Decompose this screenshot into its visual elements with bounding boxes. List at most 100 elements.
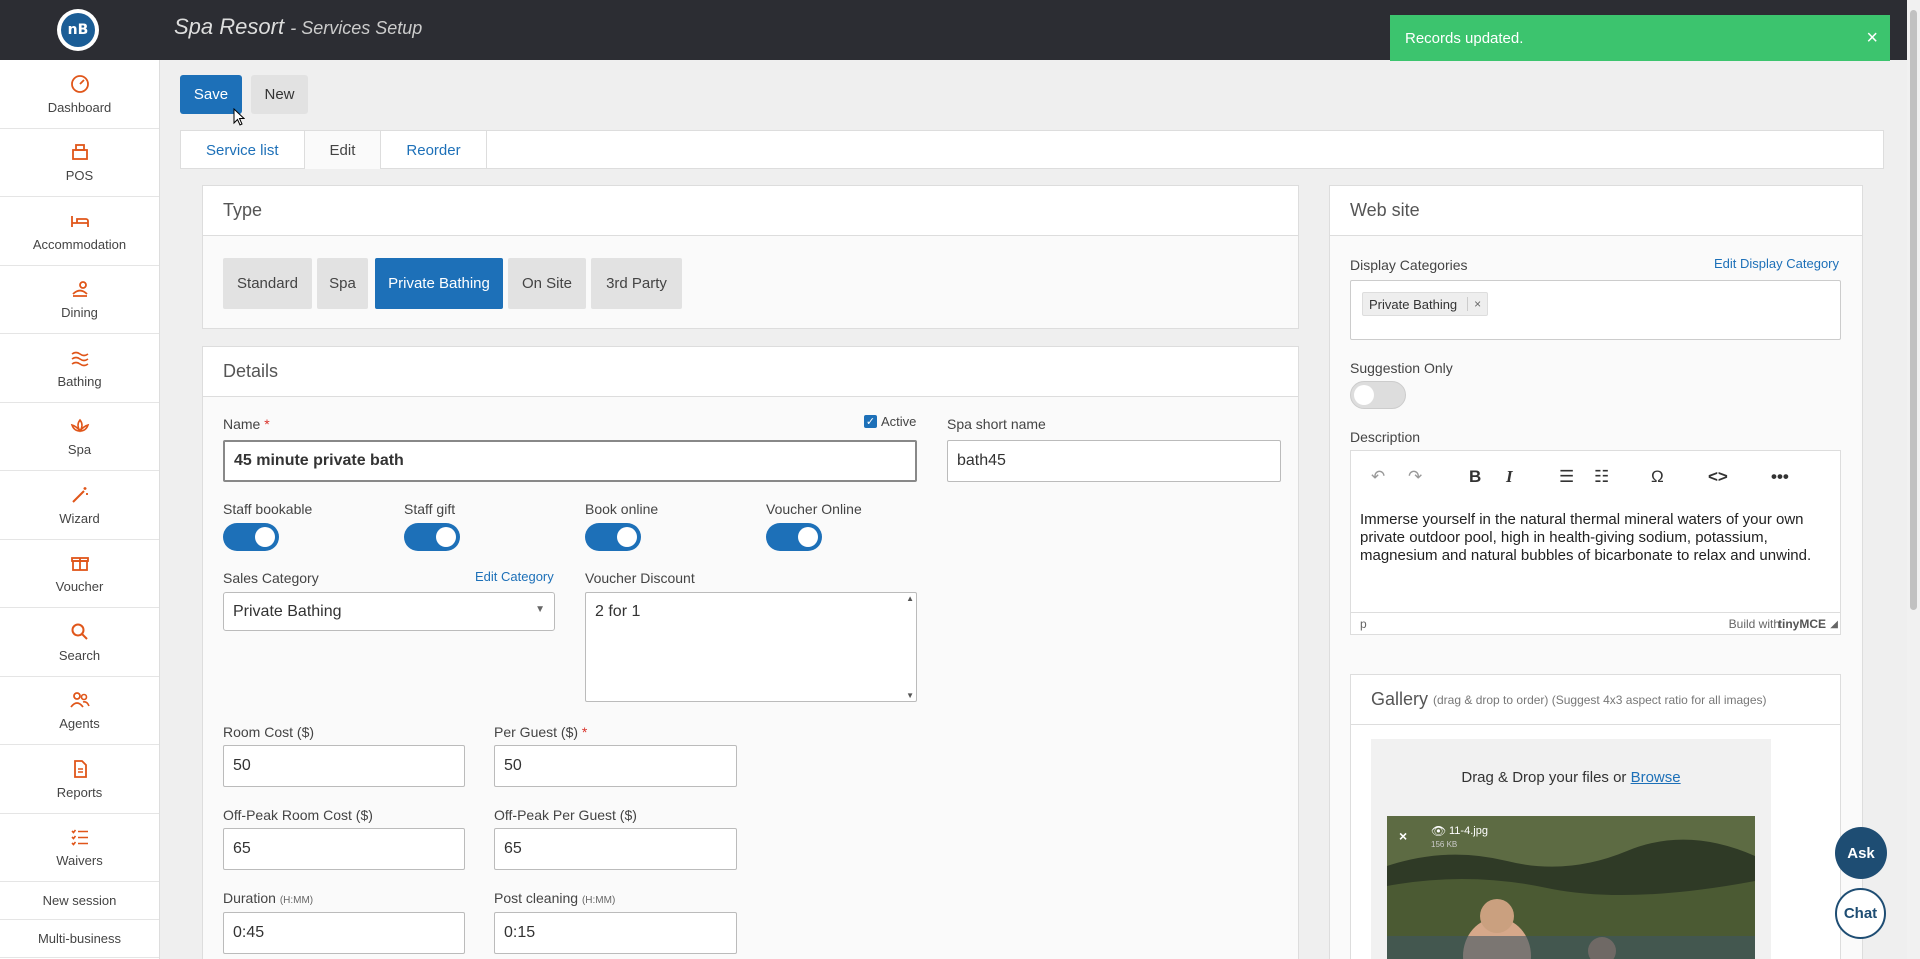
undo-icon[interactable]: ↶ [1371,467,1385,487]
browse-link[interactable]: Browse [1631,769,1681,786]
sidebar-item-label: Voucher [55,579,104,595]
special-char-icon[interactable]: Ω [1651,467,1664,487]
bullet-list-icon[interactable]: ☰ [1559,467,1574,487]
sidebar-item-pos[interactable]: POS [0,129,159,197]
voucher-online-toggle[interactable] [766,523,822,551]
build-with-label: Build with [1728,617,1780,631]
short-name-input[interactable]: bath45 [947,440,1281,482]
sidebar-item-bathing[interactable]: Bathing [0,334,159,403]
tab-service-list[interactable]: Service list [181,131,305,169]
editor-path: p [1360,617,1367,631]
gallery-section: Gallery (drag & drop to order) (Suggest … [1350,674,1841,959]
description-content[interactable]: Immerse yourself in the natural thermal … [1360,511,1835,565]
website-panel: Web site Display Categories Edit Display… [1329,185,1863,959]
type-private-bathing-button[interactable]: Private Bathing [375,258,503,309]
book-online-label: Book online [585,501,659,517]
tab-edit[interactable]: Edit [304,131,382,169]
type-3rd-party-button[interactable]: 3rd Party [591,258,682,309]
sidebar-item-search[interactable]: Search [0,608,159,677]
staff-gift-toggle[interactable] [404,523,460,551]
code-icon[interactable]: <> [1708,467,1728,487]
category-tag: Private Bathing × [1362,292,1489,316]
sidebar-item-label: Waivers [56,853,103,869]
scroll-up-icon[interactable]: ▲ [906,594,914,603]
italic-icon[interactable]: I [1506,467,1513,487]
display-categories-field[interactable]: Private Bathing × [1350,280,1841,340]
short-name-label: Spa short name [947,416,1046,432]
scrollbar-thumb[interactable] [1910,10,1917,610]
sidebar-item-reports[interactable]: Reports [0,745,159,814]
numbered-list-icon[interactable]: ☷ [1594,467,1609,487]
tab-bar: Service list Edit Reorder [180,130,1884,169]
duration-input[interactable]: 0:45 [223,912,465,954]
voucher-discount-textarea[interactable]: 2 for 1 ▲ ▼ [585,592,917,702]
post-cleaning-label: Post cleaning (H:MM) [494,890,616,906]
gallery-image[interactable]: × 👁 11-4.jpg 156 KB [1387,816,1755,959]
sidebar-item-label: POS [65,168,94,184]
sales-category-select[interactable]: Private Bathing ▼ [223,592,555,631]
sidebar: Dashboard POS Accommodation Dining Bathi… [0,60,160,959]
tab-reorder[interactable]: Reorder [381,131,487,169]
details-panel: Details Name * ✓ Active 45 minute privat… [202,346,1299,959]
mouse-cursor-icon [233,108,245,126]
preview-eye-icon[interactable]: 👁 [1431,824,1446,838]
more-icon[interactable]: ••• [1771,467,1789,487]
sidebar-item-waivers[interactable]: Waivers [0,814,159,882]
suggestion-only-toggle[interactable] [1350,381,1406,409]
category-tag-label: Private Bathing [1369,296,1458,312]
book-online-toggle[interactable] [585,523,641,551]
per-guest-input[interactable]: 50 [494,745,737,787]
resize-handle-icon[interactable]: ◢ [1830,619,1838,630]
details-panel-title: Details [203,347,1298,397]
app-subtitle: Services Setup [301,18,423,38]
app-logo[interactable]: nB [57,9,99,51]
sidebar-item-spa[interactable]: Spa [0,403,159,471]
active-label: Active [881,414,917,429]
chevron-down-icon: ▼ [535,604,545,615]
sales-category-value: Private Bathing [233,602,342,620]
ask-button[interactable]: Ask [1835,827,1887,879]
file-size: 156 KB [1431,840,1458,849]
type-standard-button[interactable]: Standard [223,258,312,309]
tag-remove-icon[interactable]: × [1467,297,1481,311]
bold-icon[interactable]: B [1469,467,1481,487]
sidebar-item-dining[interactable]: Dining [0,266,159,334]
list-icon [69,826,91,848]
new-button[interactable]: New [251,75,308,114]
file-dropzone[interactable]: Drag & Drop your files or Browse × 👁 11-… [1371,739,1771,959]
sidebar-item-wizard[interactable]: Wizard [0,471,159,540]
voucher-discount-label: Voucher Discount [585,570,695,586]
active-checkbox[interactable]: ✓ [864,415,877,428]
description-editor[interactable]: ↶ ↷ B I ☰ ☷ Ω <> ••• Immerse yourself in… [1350,450,1841,635]
type-on-site-button[interactable]: On Site [508,258,586,309]
editor-statusbar: p Build with tinyMCE ◢ [1351,612,1840,634]
post-cleaning-input[interactable]: 0:15 [494,912,737,954]
sidebar-item-agents[interactable]: Agents [0,677,159,745]
sales-category-label: Sales Category [223,570,319,586]
tinymce-logo: tinyMCE [1778,617,1826,631]
offpeak-room-input[interactable]: 65 [223,828,465,870]
redo-icon[interactable]: ↷ [1408,467,1422,487]
room-cost-input[interactable]: 50 [223,745,465,787]
edit-display-category-link[interactable]: Edit Display Category [1714,256,1839,271]
agents-icon [69,689,91,711]
sidebar-multi-business[interactable]: Multi-business [0,920,159,958]
page-scrollbar[interactable] [1907,0,1920,959]
staff-bookable-toggle[interactable] [223,523,279,551]
type-spa-button[interactable]: Spa [317,258,368,309]
offpeak-guest-input[interactable]: 65 [494,828,737,870]
chat-button[interactable]: Chat [1835,888,1886,939]
sidebar-item-voucher[interactable]: Voucher [0,540,159,608]
sidebar-item-label: Dining [61,305,98,321]
close-icon[interactable]: × [1866,27,1878,50]
edit-category-link[interactable]: Edit Category [475,569,554,584]
sidebar-new-session[interactable]: New session [0,882,159,920]
scroll-down-icon[interactable]: ▼ [906,691,914,700]
search-icon [69,621,91,643]
sidebar-item-accommodation[interactable]: Accommodation [0,197,159,266]
name-label: Name * [223,416,270,432]
water-icon [69,347,91,369]
name-input[interactable]: 45 minute private bath [223,440,917,482]
sidebar-item-dashboard[interactable]: Dashboard [0,60,159,129]
remove-image-icon[interactable]: × [1399,828,1407,844]
